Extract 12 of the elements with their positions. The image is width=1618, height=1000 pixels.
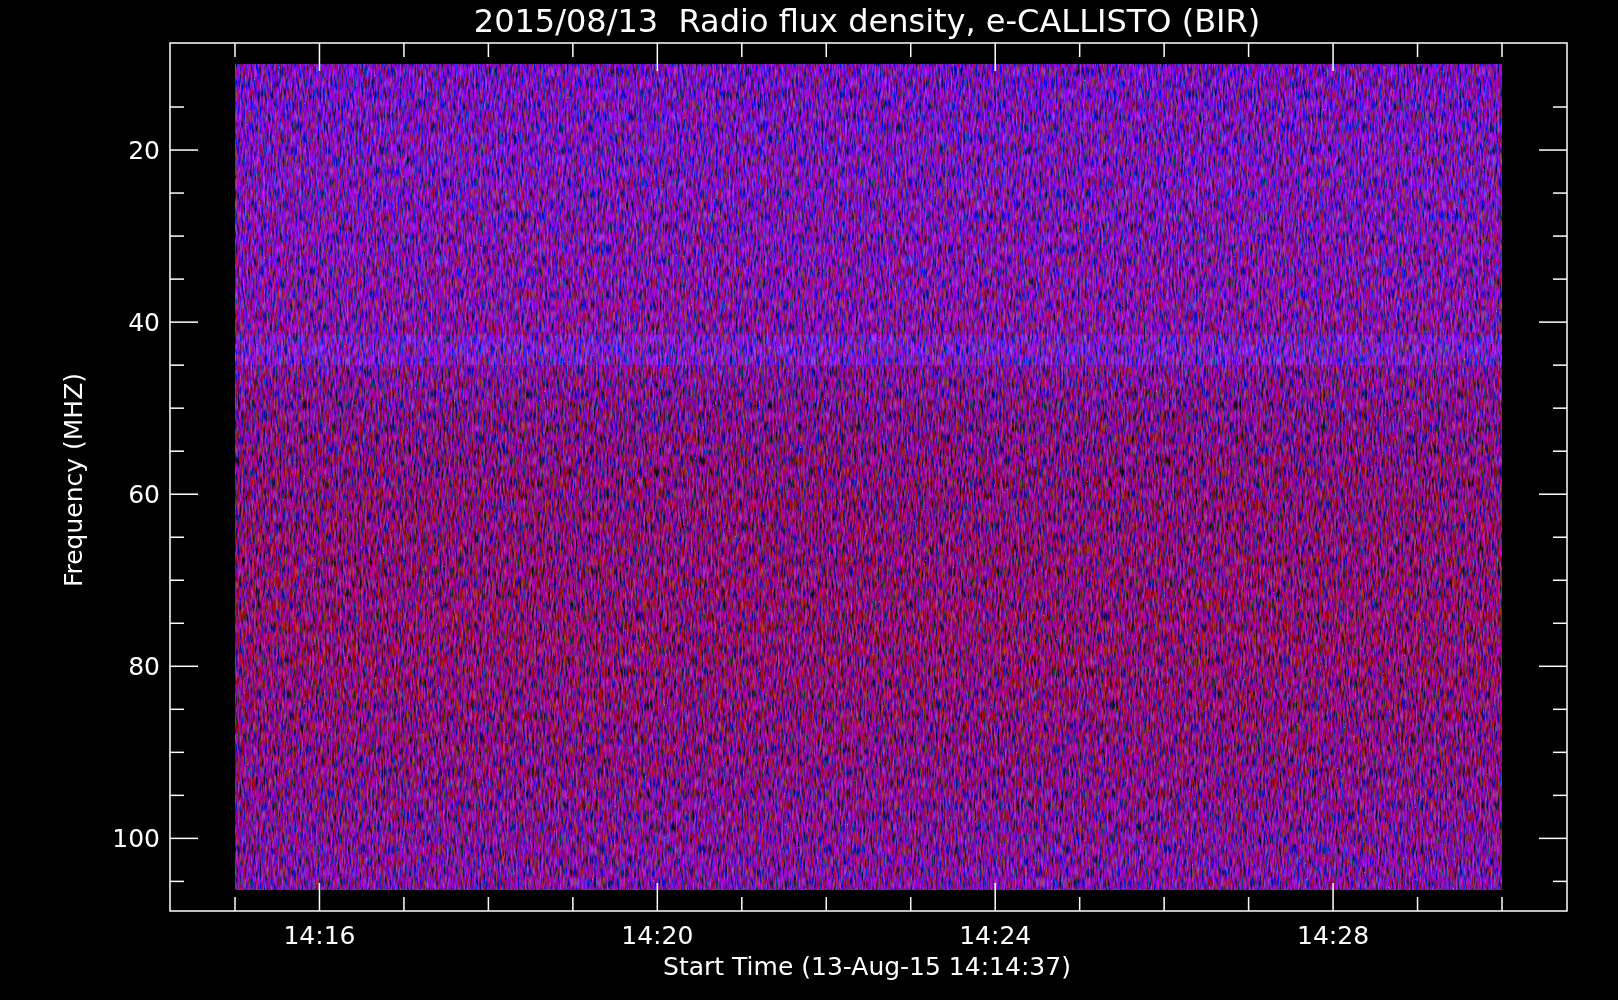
axis-title: Start Time (13-Aug-15 14:14:37) xyxy=(663,952,1071,981)
tick-label: 14:24 xyxy=(959,921,1032,950)
axis-title: Frequency (MHZ) xyxy=(59,372,88,588)
tick-label: 14:28 xyxy=(1297,921,1370,950)
tick-label: 80 xyxy=(128,652,160,682)
tick-label: 14:20 xyxy=(621,921,694,950)
tick-label: 60 xyxy=(128,480,160,510)
tick-label: 20 xyxy=(128,136,160,166)
chart-title: 2015/08/13 Radio flux density, e-CALLISTO (BIR) xyxy=(473,2,1261,40)
tick-label: 14:16 xyxy=(283,921,356,950)
tick-label: 40 xyxy=(128,308,160,338)
tick-label: 100 xyxy=(112,824,160,854)
